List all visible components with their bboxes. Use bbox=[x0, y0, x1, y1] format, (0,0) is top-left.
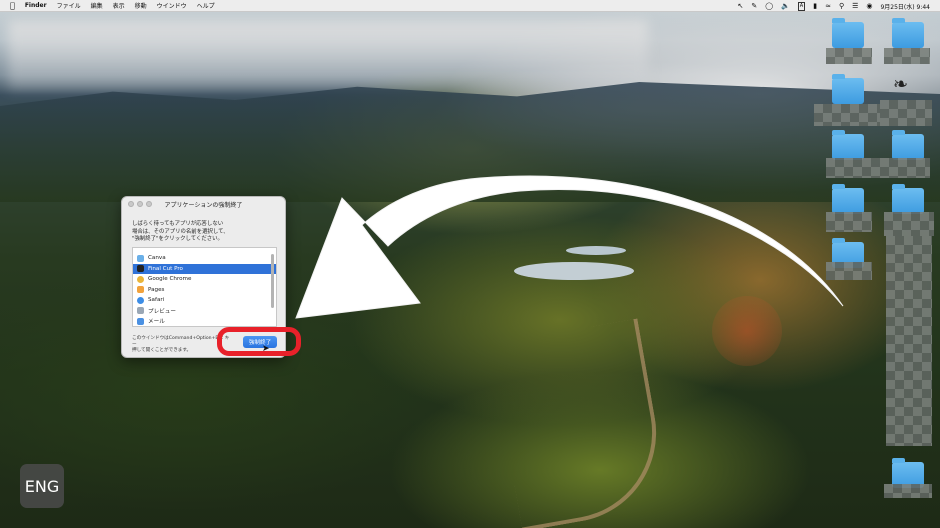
app-name: Final Cut Pro bbox=[148, 265, 183, 272]
dialog-message-line: しばらく待ってもアプリが応答しない bbox=[132, 221, 224, 227]
dialog-title: アプリケーションの強制終了 bbox=[164, 202, 243, 209]
app-row-google-chrome[interactable]: Google Chrome bbox=[133, 274, 276, 285]
app-name: Safari bbox=[148, 297, 165, 304]
app-name: Canva bbox=[148, 255, 166, 262]
app-name: プレビュー bbox=[148, 308, 176, 315]
app-row-preview[interactable]: プレビュー bbox=[133, 306, 276, 317]
preview-icon bbox=[137, 307, 144, 315]
dialog-message: しばらく待ってもアプリが応答しない 場合は、そのアプリの名前を選択して、 "強制… bbox=[132, 221, 282, 244]
safari-icon bbox=[137, 296, 144, 304]
app-row-mail[interactable]: メール bbox=[133, 316, 276, 326]
pages-icon bbox=[137, 286, 144, 294]
dialog-message-line: 場合は、そのアプリの名前を選択して、 bbox=[132, 228, 229, 235]
mail-icon bbox=[137, 317, 144, 325]
list-scrollbar[interactable] bbox=[271, 254, 274, 308]
app-name: Google Chrome bbox=[148, 276, 192, 283]
app-name: Pages bbox=[148, 286, 165, 293]
app-row-pages[interactable]: Pages bbox=[133, 285, 276, 296]
chrome-icon bbox=[137, 275, 144, 283]
canva-icon bbox=[137, 254, 144, 262]
highlight-annotation bbox=[217, 327, 301, 356]
final-cut-pro-icon bbox=[137, 265, 144, 273]
app-name: メール bbox=[148, 319, 165, 326]
app-list[interactable]: Canva Final Cut Pro Google Chrome Pages … bbox=[132, 247, 277, 327]
app-row-safari[interactable]: Safari bbox=[133, 295, 276, 306]
app-row-final-cut-pro[interactable]: Final Cut Pro bbox=[133, 263, 276, 274]
mouse-pointer-icon: ➤ bbox=[262, 344, 270, 354]
app-row-canva[interactable]: Canva bbox=[133, 253, 276, 264]
footer-line: 押して開くことができます。 bbox=[132, 348, 192, 353]
input-language-badge: ENG bbox=[20, 464, 64, 508]
dialog-message-line: "強制終了"をクリックしてください。 bbox=[132, 236, 223, 242]
